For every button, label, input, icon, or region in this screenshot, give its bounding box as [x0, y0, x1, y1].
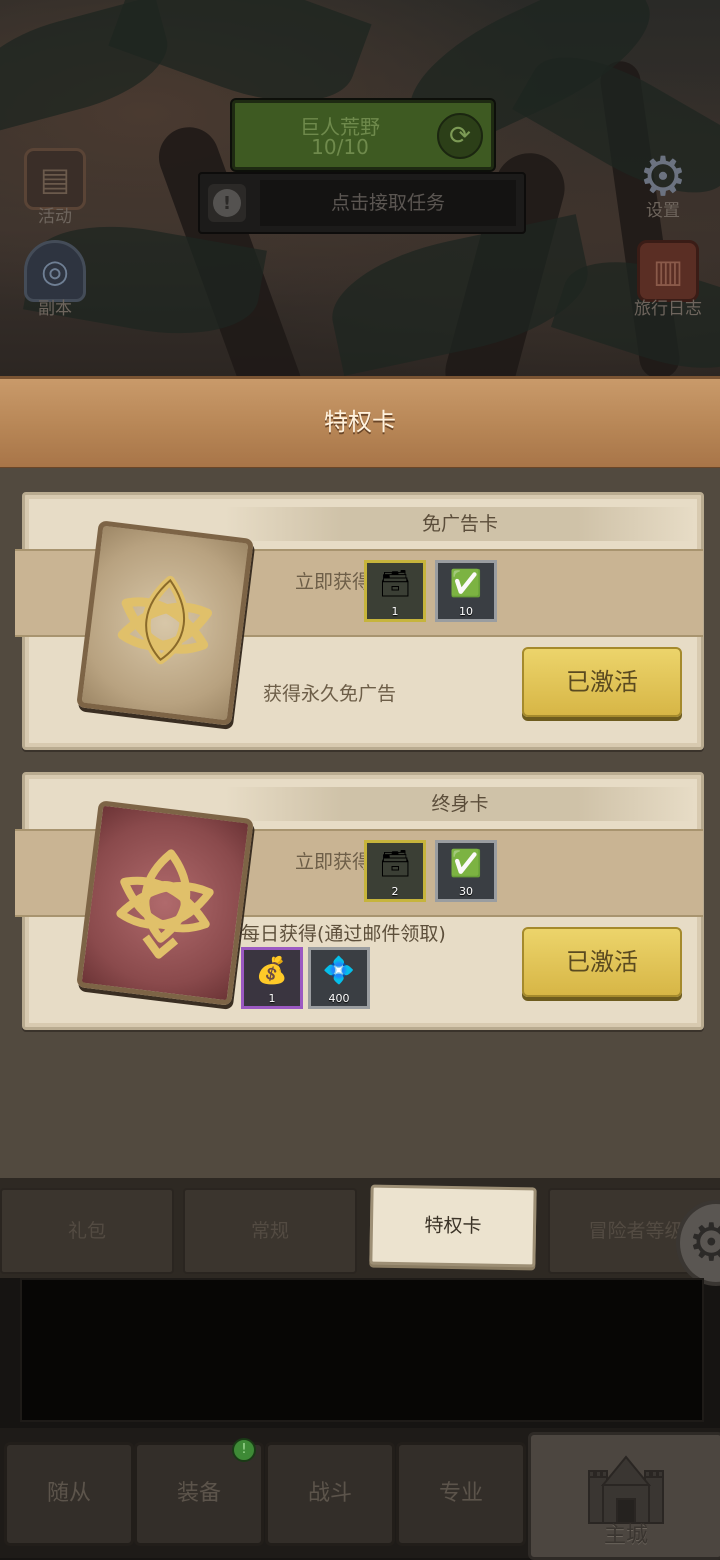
reward-item-ticket[interactable]: ✅ 10: [435, 560, 497, 622]
dungeon-label: 副本: [38, 299, 72, 319]
activated-button[interactable]: 已激活: [522, 647, 682, 717]
item-qty: 30: [459, 885, 473, 898]
tab-gift-pack[interactable]: 礼包: [0, 1188, 174, 1274]
item-qty: 1: [391, 605, 399, 618]
nav-main-city[interactable]: 主城: [528, 1432, 720, 1560]
castle-icon: [583, 1447, 669, 1527]
panel-title-bar: 特权卡: [0, 376, 720, 471]
ticket-check-icon: ✅: [449, 849, 483, 879]
nav-profession[interactable]: 专业: [396, 1442, 526, 1546]
privilege-card-no-ads: 免广告卡 立即获得 🗃 1 ✅ 10 获得永久免广告 已激活: [15, 492, 704, 750]
book-icon: ▥: [637, 240, 699, 302]
refresh-icon[interactable]: ⟳: [437, 113, 483, 159]
item-qty: 400: [328, 992, 350, 1005]
ticket-check-icon: ✅: [449, 569, 483, 599]
perk-text: 获得永久免广告: [263, 683, 397, 705]
reward-item-chest[interactable]: 🗃 2: [364, 840, 426, 902]
settings-button[interactable]: ⚙ 设置: [618, 145, 708, 238]
instant-label: 立即获得: [295, 571, 372, 593]
activity-button[interactable]: ▤ 活动: [10, 148, 100, 238]
alert-icon: !: [208, 184, 246, 222]
chest-check-icon: 🗃: [378, 569, 412, 599]
shop-tabs: 礼包 常规 特权卡 冒险者等级: [0, 1178, 720, 1278]
chest-check-icon: 🗃: [378, 849, 412, 879]
daily-item-gem[interactable]: 💠 400: [308, 947, 370, 1009]
tab-regular[interactable]: 常规: [183, 1188, 357, 1274]
nav-battle[interactable]: 战斗: [265, 1442, 395, 1546]
privilege-card-lifetime: 终身卡 立即获得 🗃 2 ✅ 30 每日获得(通过邮件领取) 💰 1 💠 400…: [15, 772, 704, 1030]
daily-label: 每日获得(通过邮件领取): [241, 923, 446, 945]
activated-button[interactable]: 已激活: [522, 927, 682, 997]
travel-log-button[interactable]: ▥ 旅行日志: [618, 240, 718, 330]
settings-label: 设置: [646, 201, 680, 221]
activity-label: 活动: [38, 207, 72, 227]
reward-item-chest[interactable]: 🗃 1: [364, 560, 426, 622]
card-art: [76, 520, 254, 726]
card-name: 免广告卡: [225, 507, 695, 541]
gold-pile-icon: 💰: [255, 956, 289, 986]
item-qty: 2: [391, 885, 399, 898]
quest-bar[interactable]: ! 点击接取任务: [198, 172, 526, 234]
content-area: [20, 1278, 704, 1422]
quest-text: 点击接取任务: [260, 180, 516, 226]
item-qty: 1: [268, 992, 276, 1005]
celtic-knot-icon: [82, 806, 249, 1000]
card-name: 终身卡: [225, 787, 695, 821]
scroll-icon: ▤: [24, 148, 86, 210]
dungeon-button[interactable]: ◎ 副本: [10, 240, 100, 330]
card-art: [76, 800, 254, 1006]
reward-item-ticket[interactable]: ✅ 30: [435, 840, 497, 902]
instant-label: 立即获得: [295, 851, 372, 873]
daily-item-gold[interactable]: 💰 1: [241, 947, 303, 1009]
nav-main-city-label: 主城: [603, 1523, 648, 1548]
notification-badge: !: [232, 1438, 256, 1462]
triquetra-icon: [82, 526, 249, 720]
tab-privilege-card[interactable]: 特权卡: [369, 1184, 537, 1268]
portal-icon: ◎: [24, 240, 86, 302]
panel-body: 免广告卡 立即获得 🗃 1 ✅ 10 获得永久免广告 已激活 终身卡 立即获得 …: [0, 468, 720, 1178]
zone-progress-panel[interactable]: 巨人荒野 10/10 ⟳: [232, 100, 494, 170]
item-qty: 10: [459, 605, 473, 618]
gem-icon: 💠: [322, 956, 356, 986]
nav-followers[interactable]: 随从: [4, 1442, 134, 1546]
travel-log-label: 旅行日志: [634, 299, 702, 319]
zone-progress: 10/10: [311, 135, 369, 159]
panel-title: 特权卡: [324, 408, 396, 436]
game-scene: 巨人荒野 10/10 ⟳ ! 点击接取任务 ▤ 活动 ◎ 副本 ⚙ 设置 ▥ 旅…: [0, 0, 720, 378]
